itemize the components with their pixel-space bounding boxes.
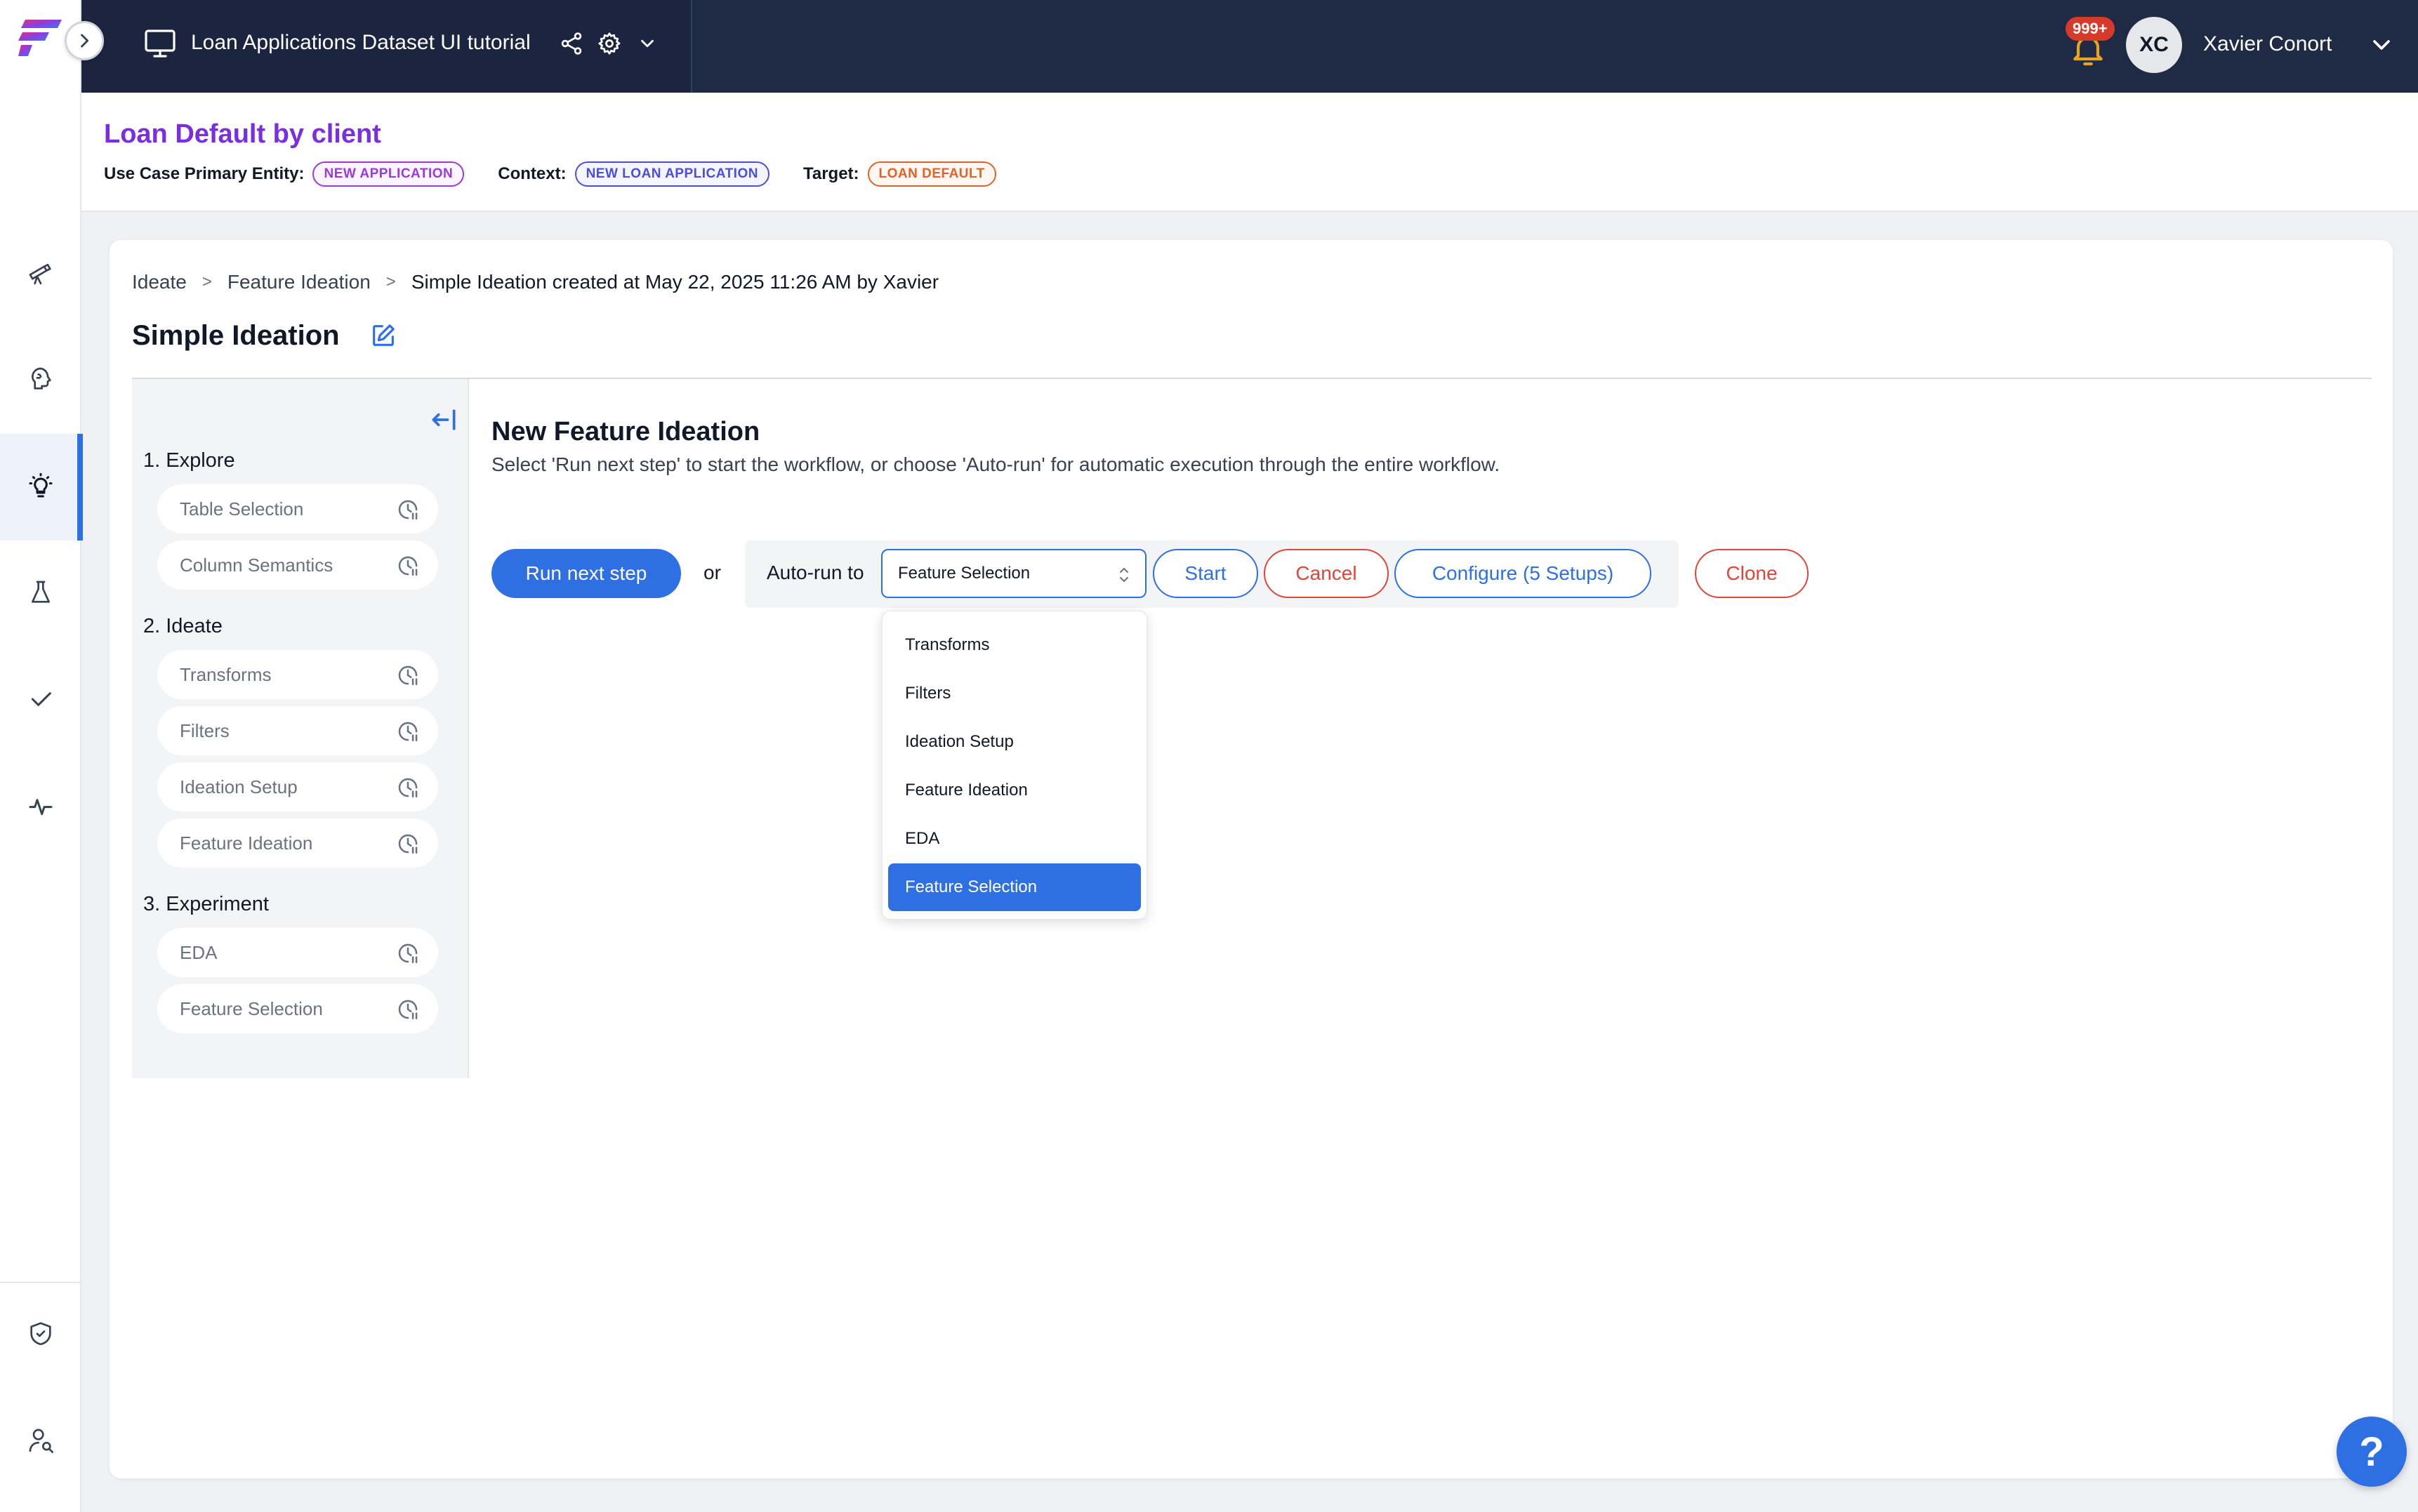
- step-table-selection[interactable]: Table Selection: [157, 484, 438, 533]
- breadcrumb-current: Simple Ideation created at May 22, 2025 …: [411, 271, 939, 293]
- step-label: Ideation Setup: [180, 776, 298, 797]
- rail-divider: [0, 1282, 81, 1283]
- context-pill[interactable]: NEW LOAN APPLICATION: [574, 161, 769, 187]
- step-label: Transforms: [180, 663, 272, 685]
- lightbulb-icon[interactable]: [22, 467, 59, 504]
- use-case-header: Loan Default by client Use Case Primary …: [81, 93, 2418, 212]
- step-transforms[interactable]: Transforms: [157, 650, 438, 699]
- project-title[interactable]: Loan Applications Dataset UI tutorial: [191, 31, 531, 55]
- step-label: EDA: [180, 941, 218, 963]
- rail-toggle-button[interactable]: [65, 21, 104, 60]
- select-updown-icon: [1120, 568, 1128, 582]
- step-label: Feature Ideation: [180, 832, 313, 854]
- chevron-right-icon: [81, 34, 89, 48]
- user-menu-chevron-icon[interactable]: [2367, 31, 2396, 59]
- step-group-experiment: 3. Experiment: [143, 893, 269, 915]
- cancel-button[interactable]: Cancel: [1264, 549, 1389, 598]
- dropdown-option-filters[interactable]: Filters: [888, 670, 1141, 717]
- use-case-title[interactable]: Loan Default by client: [104, 119, 381, 150]
- user-name[interactable]: Xavier Conort: [2203, 32, 2332, 56]
- clock-pause-icon: [398, 943, 418, 964]
- dropdown-option-feature-selection[interactable]: Feature Selection: [888, 863, 1141, 911]
- breadcrumb-separator: >: [385, 272, 396, 291]
- clock-pause-icon: [398, 556, 418, 576]
- clock-pause-icon: [398, 778, 418, 798]
- step-filters[interactable]: Filters: [157, 706, 438, 755]
- main-card: Ideate > Feature Ideation > Simple Ideat…: [110, 240, 2393, 1478]
- step-column-semantics[interactable]: Column Semantics: [157, 541, 438, 590]
- step-label: Column Semantics: [180, 554, 333, 576]
- step-group-explore: 1. Explore: [143, 449, 235, 472]
- clock-pause-icon: [398, 1000, 418, 1020]
- step-group-ideate: 2. Ideate: [143, 615, 223, 637]
- step-label: Feature Selection: [180, 997, 323, 1019]
- shield-icon[interactable]: [22, 1315, 59, 1352]
- autorun-label: Auto-run to: [767, 562, 864, 583]
- step-feature-selection[interactable]: Feature Selection: [157, 984, 438, 1033]
- step-label: Filters: [180, 719, 230, 741]
- clone-button[interactable]: Clone: [1695, 549, 1809, 598]
- step-feature-ideation[interactable]: Feature Ideation: [157, 818, 438, 868]
- clock-pause-icon: [398, 834, 418, 854]
- edit-icon[interactable]: [369, 321, 397, 350]
- target-label: Target:: [802, 164, 859, 183]
- breadcrumb: Ideate > Feature Ideation > Simple Ideat…: [132, 268, 939, 296]
- clock-pause-icon: [398, 665, 418, 686]
- dropdown-option-feature-ideation[interactable]: Feature Ideation: [888, 767, 1141, 814]
- use-case-meta: Use Case Primary Entity: NEW APPLICATION…: [104, 160, 1030, 188]
- avatar[interactable]: XC: [2126, 17, 2182, 73]
- dropdown-option-ideation-setup[interactable]: Ideation Setup: [888, 718, 1141, 766]
- breadcrumb-separator: >: [202, 272, 212, 291]
- primary-entity-label: Use Case Primary Entity:: [104, 164, 305, 183]
- share-icon[interactable]: [556, 28, 587, 59]
- content-title: New Feature Ideation: [491, 417, 760, 446]
- clock-pause-icon: [398, 500, 418, 520]
- content-subtitle: Select 'Run next step' to start the work…: [491, 453, 1500, 475]
- target-pill[interactable]: LOAN DEFAULT: [867, 161, 996, 187]
- notification-badge: 999+: [2066, 17, 2115, 41]
- primary-entity-pill[interactable]: NEW APPLICATION: [312, 161, 465, 187]
- user-search-icon[interactable]: [22, 1422, 59, 1459]
- telescope-icon[interactable]: [22, 254, 59, 291]
- page-title: Simple Ideation: [132, 320, 340, 351]
- flask-icon[interactable]: [22, 574, 59, 611]
- step-ideation-setup[interactable]: Ideation Setup: [157, 762, 438, 811]
- left-rail: [0, 0, 83, 1512]
- start-button[interactable]: Start: [1153, 549, 1258, 598]
- dropdown-option-eda[interactable]: EDA: [888, 815, 1141, 863]
- context-label: Context:: [498, 164, 567, 183]
- breadcrumb-item-feature-ideation[interactable]: Feature Ideation: [227, 271, 371, 293]
- select-value: Feature Selection: [898, 564, 1031, 583]
- or-label: or: [703, 562, 721, 583]
- breadcrumb-item-ideate[interactable]: Ideate: [132, 271, 187, 293]
- autorun-dropdown-menu: Transforms Filters Ideation Setup Featur…: [882, 611, 1147, 920]
- autorun-target-select[interactable]: Feature Selection: [881, 549, 1147, 598]
- clock-pause-icon: [398, 722, 418, 742]
- gear-icon[interactable]: [594, 28, 625, 59]
- checkmark-icon[interactable]: [22, 681, 59, 717]
- step-eda[interactable]: EDA: [157, 928, 438, 977]
- run-next-step-button[interactable]: Run next step: [491, 549, 681, 598]
- monitor-icon: [145, 29, 176, 58]
- brain-icon[interactable]: [22, 361, 59, 397]
- top-bar: Loan Applications Dataset UI tutorial 99…: [81, 0, 2418, 93]
- step-label: Table Selection: [180, 498, 304, 519]
- project-switcher: Loan Applications Dataset UI tutorial: [81, 0, 692, 93]
- dropdown-option-transforms[interactable]: Transforms: [888, 621, 1141, 669]
- collapse-panel-icon[interactable]: [428, 404, 459, 435]
- pulse-icon[interactable]: [22, 788, 59, 824]
- configure-setups-button[interactable]: Configure (5 Setups): [1394, 549, 1651, 598]
- featurebyte-logo[interactable]: [18, 18, 63, 58]
- workflow-steps-panel: 1. Explore Table Selection Column Semant…: [132, 379, 469, 1078]
- chevron-down-icon[interactable]: [632, 28, 663, 59]
- help-button[interactable]: ?: [2337, 1417, 2407, 1487]
